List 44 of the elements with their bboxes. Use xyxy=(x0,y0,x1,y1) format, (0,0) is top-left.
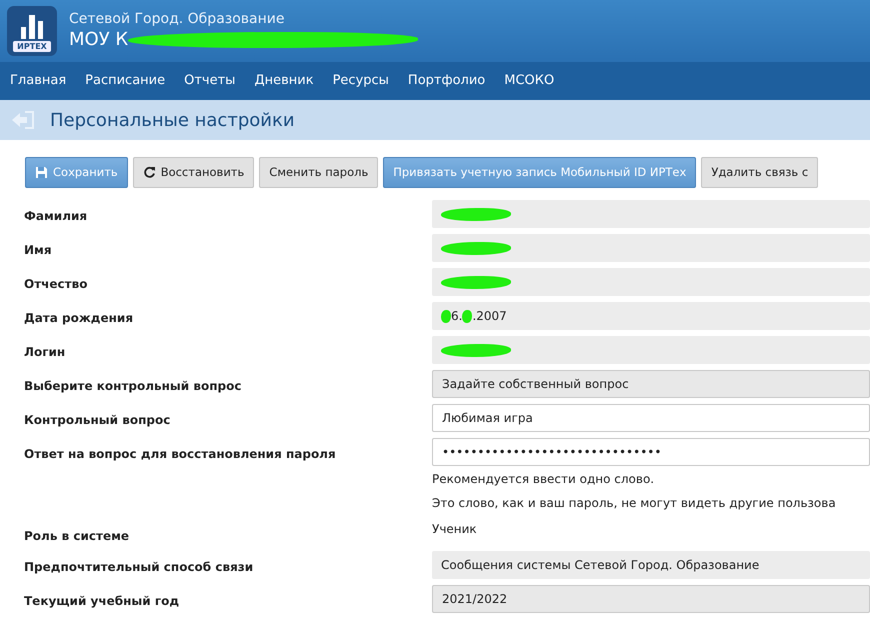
field-label: Фамилия xyxy=(24,208,88,225)
nav-link[interactable]: Портфолио xyxy=(408,71,486,91)
value-text: .2007 xyxy=(472,308,507,325)
nav-link[interactable]: Расписание xyxy=(85,71,166,91)
redaction-mark xyxy=(441,344,511,356)
field-label: Дата рождения xyxy=(24,310,134,327)
readonly-field: Сообщения системы Сетевой Город. Образование xyxy=(432,551,870,579)
field-label: Выберите контрольный вопрос xyxy=(24,378,242,395)
field-label: Отчество xyxy=(24,276,88,293)
back-icon[interactable] xyxy=(10,110,36,130)
hint-text: Это слово, как и ваш пароль, не могут видеть другие пользова xyxy=(432,495,837,512)
input-field[interactable]: Любимая игра xyxy=(432,404,870,432)
page-title: Персональные настройки xyxy=(50,108,295,132)
value-text: 6. xyxy=(451,308,462,325)
hint-text: Рекомендуется ввести одно слово. xyxy=(432,471,656,488)
button[interactable]: Восстановить xyxy=(132,157,254,188)
nav-link[interactable]: Ресурсы xyxy=(332,71,389,91)
input-field[interactable]: ••••••••••••••••••••••••••••••• xyxy=(432,438,870,466)
field-label: Ответ на вопрос для восстановления пароля xyxy=(24,446,337,463)
redaction-mark xyxy=(441,276,511,288)
redaction-mark xyxy=(441,310,451,322)
redaction-mark xyxy=(441,242,511,254)
nav-link[interactable]: Дневник xyxy=(254,71,314,91)
nav-link[interactable]: МСОКО xyxy=(504,71,554,91)
field-label: Логин xyxy=(24,344,66,361)
value-text: Ученик xyxy=(432,521,478,538)
button[interactable]: Сменить пароль xyxy=(259,157,378,188)
field-label: Предпочтительный способ связи xyxy=(24,559,254,576)
button[interactable]: Удалить связь с xyxy=(701,157,818,188)
refresh-icon xyxy=(142,166,156,179)
logo-text: ИРТЕХ xyxy=(13,41,51,52)
redaction-mark xyxy=(441,208,511,220)
field-label: Роль в системе xyxy=(24,528,130,545)
field-label: Контрольный вопрос xyxy=(24,412,172,429)
value-text: МОУ К xyxy=(69,28,128,52)
select-field[interactable]: 2021/2022 xyxy=(432,585,870,613)
save-icon xyxy=(35,166,48,179)
redaction-mark xyxy=(462,310,472,322)
select-field[interactable]: Задайте собственный вопрос xyxy=(432,370,870,398)
system-name: Сетевой Город. Образование xyxy=(69,10,286,28)
field-label: Имя xyxy=(24,242,53,259)
nav-link[interactable]: Отчеты xyxy=(184,71,236,91)
nav-link[interactable]: Главная xyxy=(10,71,66,91)
field-label: Текущий учебный год xyxy=(24,593,180,610)
